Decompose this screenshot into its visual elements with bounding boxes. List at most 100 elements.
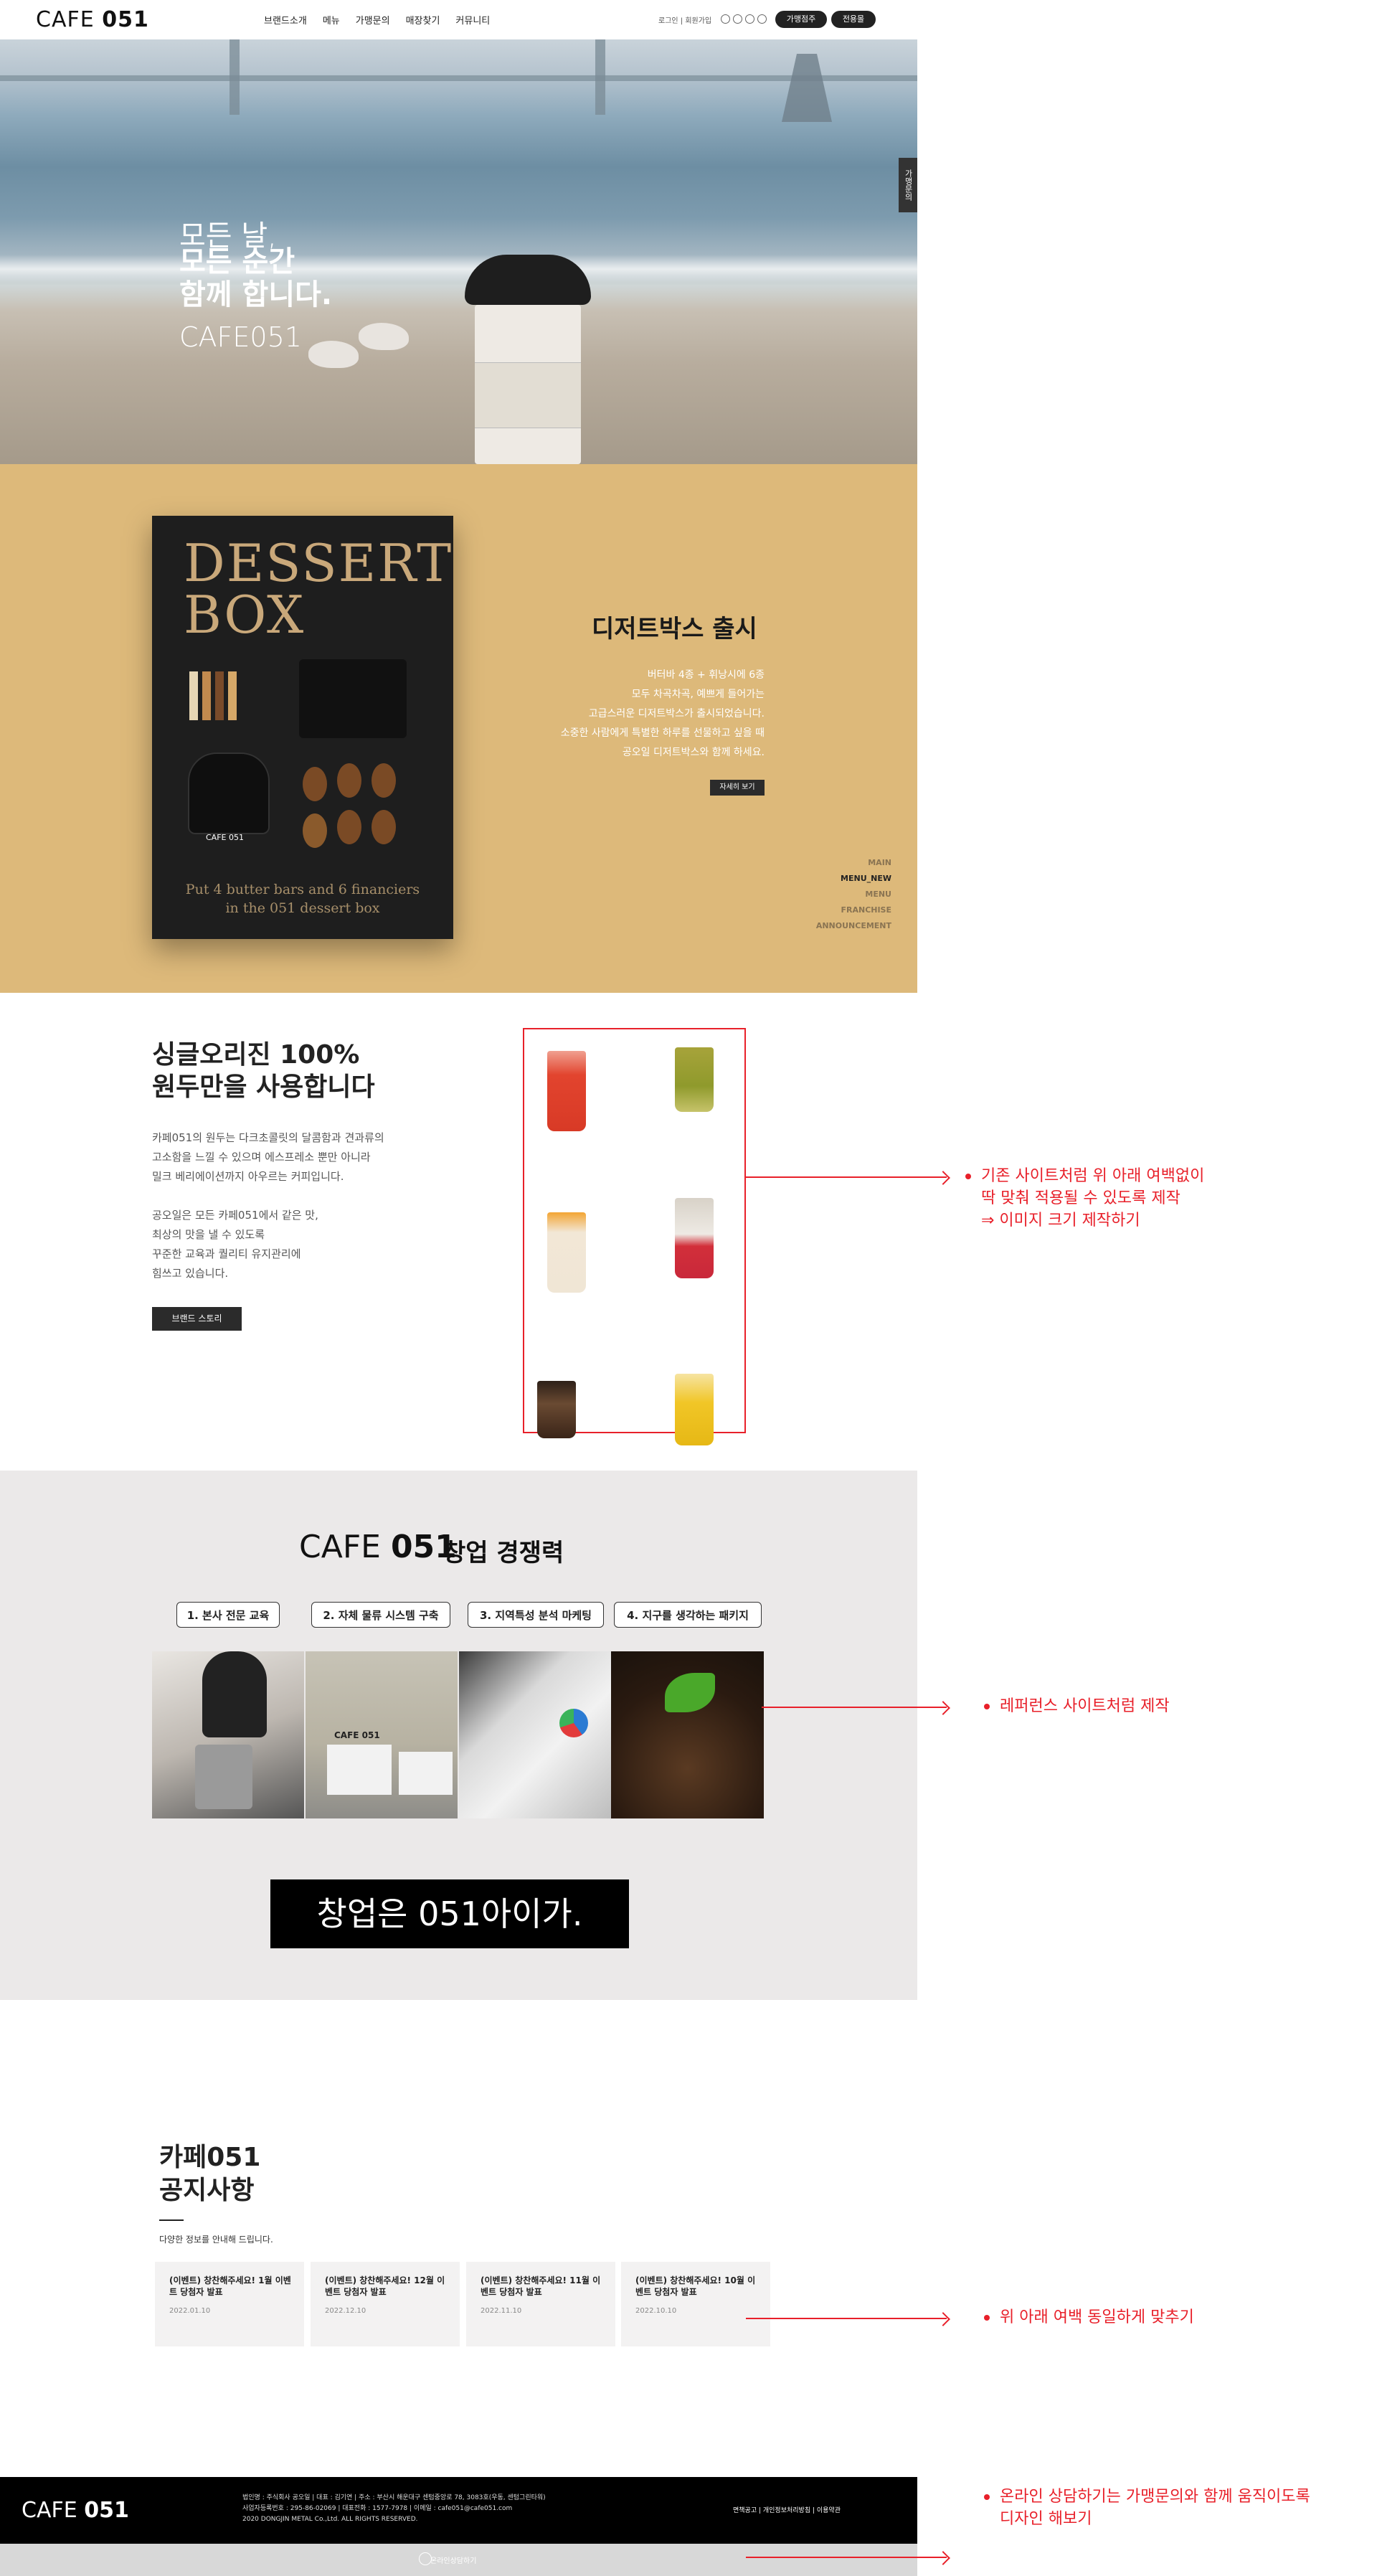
- side-nav-announcement[interactable]: ANNOUNCEMENT: [789, 918, 891, 934]
- coffee-description: 카페051의 원두는 다크초콜릿의 달콤함과 견과류의 고소함을 느낄 수 있으…: [152, 1128, 439, 1283]
- brand-story-button[interactable]: 브랜드 스토리: [152, 1307, 242, 1331]
- box-title-1: DESSERT: [184, 533, 453, 593]
- cup-lid: [465, 255, 591, 305]
- financier: [372, 810, 396, 844]
- drink-image: [540, 1205, 593, 1298]
- butter-bar: [228, 671, 237, 720]
- island-rock: [782, 54, 832, 122]
- login-links[interactable]: 로그인 | 회원가입: [658, 14, 711, 25]
- box-title-2: BOX: [184, 585, 306, 645]
- franchise-section: CAFE 051 창업 경쟁력 1. 본사 전문 교육 2. 자체 물류 시스템…: [0, 1471, 917, 2000]
- footer-logo: CAFE 051: [22, 2498, 129, 2523]
- annotation-2-text: 레퍼런스 사이트처럼 제작: [1000, 1697, 1170, 1715]
- notice-card[interactable]: (이벤트) 창찬해주세요! 1월 이벤트 당첨자 발표 2022.01.10: [155, 2262, 304, 2346]
- drink-glass: [675, 1374, 714, 1445]
- dessert-box-image: DESSERT BOX CAFE 051 Put 4 butter bars an…: [152, 516, 453, 939]
- notice-title-1: 카페051: [159, 2143, 261, 2172]
- side-nav-menu-new[interactable]: MENU_NEW: [789, 871, 891, 887]
- drink-gallery-highlight: [523, 1028, 746, 1445]
- blog-icon[interactable]: [721, 14, 730, 24]
- side-nav-main[interactable]: MAIN: [789, 855, 891, 871]
- franchise-logo-text: CAFE: [299, 1529, 381, 1565]
- drink-glass: [547, 1051, 586, 1131]
- seagull-image: [359, 323, 409, 350]
- cup-sleeve: [475, 362, 581, 428]
- logo-number: 051: [102, 7, 149, 32]
- nav-item-brand[interactable]: 브랜드소개: [264, 13, 307, 27]
- footer-info-line: 사업자등록번호 : 295-86-02069 | 대표전화 : 1577-797…: [242, 2505, 513, 2512]
- annotation-4-line: 온라인 상담하기는 가맹문의와 함께 움직이도록: [1000, 2488, 1310, 2506]
- truck-image: [327, 1745, 392, 1795]
- bullet-icon: [984, 2315, 990, 2321]
- footer-company-info: 법인명 : 주식회사 공오일 | 대표 : 김기연 | 주소 : 부산시 해운대…: [242, 2493, 546, 2525]
- shop-button[interactable]: 전용몰: [831, 11, 876, 28]
- dessert-detail-button[interactable]: 자세히 보기: [710, 780, 765, 796]
- butter-bar: [215, 671, 224, 720]
- financier: [337, 763, 361, 798]
- nav-item-community[interactable]: 커뮤니티: [455, 13, 490, 27]
- annotation-1-line: 기존 사이트처럼 위 아래 여백없이: [981, 1167, 1205, 1185]
- arrow-right-icon: [936, 1701, 950, 1715]
- franchise-banner: 창업은 051아이가.: [270, 1879, 629, 1948]
- grinder-hopper: [202, 1651, 267, 1737]
- nav-item-franchise[interactable]: 가맹문의: [356, 13, 390, 27]
- sprout-leaf: [665, 1673, 715, 1712]
- site-logo[interactable]: CAFE 051: [36, 7, 149, 32]
- footer-logo-text: CAFE: [22, 2498, 77, 2523]
- side-nav-franchise[interactable]: FRANCHISE: [789, 902, 891, 918]
- dessert-desc-line: 공오일 디저트박스와 함께 하세요.: [622, 747, 765, 758]
- drink-image: [668, 1191, 721, 1284]
- footer-logo-number: 051: [84, 2498, 129, 2523]
- round-bag: [188, 752, 270, 834]
- coffee-title: 싱글오리진 100% 원두만을 사용합니다: [152, 1039, 375, 1103]
- online-consult-bar[interactable]: 온라인상담하기: [0, 2544, 917, 2576]
- notice-card[interactable]: (이벤트) 창찬해주세요! 10월 이벤트 당첨자 발표 2022.10.10: [621, 2262, 770, 2346]
- tab-marketing[interactable]: 3. 지역특성 분석 마케팅: [468, 1602, 604, 1628]
- coffee-desc-line: 고소함을 느낄 수 있으며 에스프레소 뿐만 아니라: [152, 1151, 371, 1164]
- dessert-section: DESSERT BOX CAFE 051 Put 4 butter bars an…: [0, 464, 917, 993]
- nav-item-menu[interactable]: 메뉴: [323, 13, 340, 27]
- tab-logistics[interactable]: 2. 자체 물류 시스템 구축: [311, 1602, 450, 1628]
- annotation-1: 기존 사이트처럼 위 아래 여백없이 딱 맞춰 적용될 수 있도록 제작 ⇒ 이…: [965, 1165, 1204, 1232]
- butter-bar: [189, 671, 198, 720]
- notice-card[interactable]: (이벤트) 창찬해주세요! 12월 이벤트 당첨자 발표 2022.12.10: [311, 2262, 460, 2346]
- footer-links[interactable]: 면책공고 | 개인정보처리방침 | 이용약관: [733, 2505, 841, 2514]
- franchise-logo: CAFE 051: [299, 1529, 457, 1565]
- tab-education[interactable]: 1. 본사 전문 교육: [176, 1602, 280, 1628]
- bullet-icon: [984, 1704, 990, 1709]
- facebook-icon[interactable]: [745, 14, 754, 24]
- nav-item-store[interactable]: 매장찾기: [406, 13, 440, 27]
- annotation-3: 위 아래 여백 동일하게 맞추기: [984, 2306, 1194, 2329]
- notice-card[interactable]: (이벤트) 창찬해주세요! 11월 이벤트 당첨자 발표 2022.11.10: [466, 2262, 615, 2346]
- tab-package[interactable]: 4. 지구를 생각하는 패키지: [614, 1602, 762, 1628]
- arrow-right-icon: [936, 2312, 950, 2326]
- coffee-desc-line: 카페051의 원두는 다크초콜릿의 달콤함과 견과류의: [152, 1131, 384, 1144]
- coffee-cup-image: [465, 255, 591, 464]
- grinder-cup: [195, 1745, 252, 1809]
- drink-glass: [537, 1381, 576, 1438]
- annotation-4-line: 디자인 해보기: [1000, 2510, 1092, 2528]
- truck-image: [399, 1752, 453, 1795]
- truck-label: CAFE 051: [334, 1730, 380, 1740]
- side-nav-menu[interactable]: MENU: [789, 887, 891, 902]
- bridge-tower: [595, 39, 605, 115]
- coffee-desc-spacer: [152, 1186, 439, 1206]
- hero-banner: 모든 날, 모든 순간 함께 합니다. CAFE051 가맹문의: [0, 39, 917, 464]
- franchise-side-tab[interactable]: 가맹문의: [899, 158, 917, 212]
- drink-glass: [547, 1212, 586, 1293]
- annotation-4: 온라인 상담하기는 가맹문의와 함께 움직이도록 디자인 해보기: [984, 2486, 1310, 2530]
- instagram-icon[interactable]: [733, 14, 742, 24]
- notice-card-date: 2022.11.10: [481, 2307, 522, 2315]
- notice-card-title: (이벤트) 창찬해주세요! 12월 이벤트 당첨자 발표: [325, 2275, 445, 2297]
- youtube-icon[interactable]: [757, 14, 767, 24]
- annotation-1-line: ⇒ 이미지 크기 제작하기: [981, 1212, 1140, 1230]
- dessert-desc-line: 고급스러운 디저트박스가 출시되었습니다.: [588, 708, 765, 720]
- hero-line-3: CAFE051: [179, 321, 302, 353]
- franchise-owner-button[interactable]: 가맹점주: [775, 11, 827, 28]
- notice-title-2: 공지사항: [159, 2176, 255, 2205]
- franchise-title: 창업 경쟁력: [443, 1539, 564, 1567]
- mini-bag: [299, 659, 407, 738]
- coffee-title-2: 원두만을 사용합니다: [152, 1072, 375, 1102]
- drink-glass: [675, 1047, 714, 1112]
- butter-bar: [202, 671, 211, 720]
